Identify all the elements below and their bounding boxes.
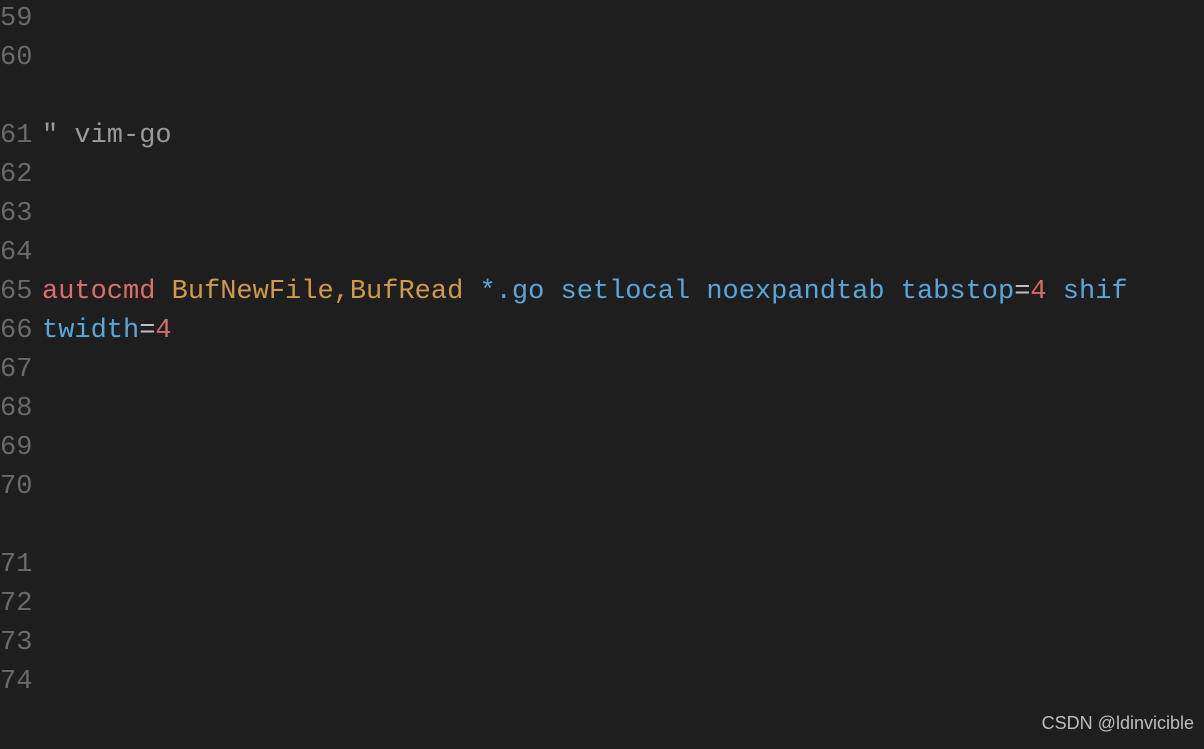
line-number: 66: [0, 312, 32, 351]
line-number: 61: [0, 117, 32, 156]
equals-op: =: [1014, 277, 1030, 307]
line-number: 73: [0, 624, 32, 663]
line-number-gutter: 59 60 61 62 63 64 65 66 67 68 69 70 71 7…: [0, 0, 38, 749]
line-number: 68: [0, 390, 32, 429]
line-number: 64: [0, 234, 32, 273]
number-literal: 4: [155, 316, 171, 346]
line-number: 63: [0, 195, 32, 234]
watermark-text: CSDN @ldinvicible: [1042, 704, 1194, 743]
code-content[interactable]: " vim-go autocmd BufNewFile,BufRead *.go…: [38, 0, 1204, 749]
line-number: [0, 78, 32, 117]
option-shiftwidth-part1: shif: [1063, 277, 1128, 307]
keyword-setlocal: setlocal: [561, 277, 691, 307]
code-line[interactable]: autocmd BufNewFile,BufRead *.go setlocal…: [42, 273, 1204, 351]
line-number: 72: [0, 585, 32, 624]
option-noexpandtab: noexpandtab: [706, 277, 884, 307]
option-shiftwidth-part2: twidth: [42, 316, 139, 346]
line-number: 65: [0, 273, 32, 312]
glob-pattern: *.go: [479, 277, 544, 307]
code-line[interactable]: [42, 468, 1204, 507]
line-number: 71: [0, 546, 32, 585]
code-line[interactable]: [42, 624, 1204, 663]
line-number: 62: [0, 156, 32, 195]
comment-text: vim-go: [74, 121, 171, 151]
line-number: 74: [0, 663, 32, 702]
comment-quote: ": [42, 121, 74, 151]
line-number: [0, 507, 32, 546]
number-literal: 4: [1030, 277, 1046, 307]
option-tabstop: tabstop: [901, 277, 1014, 307]
code-line[interactable]: " vim-go: [42, 117, 1204, 156]
line-number: 70: [0, 468, 32, 507]
autocmd-events: BufNewFile,BufRead: [172, 277, 464, 307]
keyword-autocmd: autocmd: [42, 277, 155, 307]
equals-op: =: [139, 316, 155, 346]
code-editor[interactable]: 59 60 61 62 63 64 65 66 67 68 69 70 71 7…: [0, 0, 1204, 749]
line-number: 69: [0, 429, 32, 468]
line-number: 60: [0, 39, 32, 78]
line-number: 59: [0, 0, 32, 39]
line-number: 67: [0, 351, 32, 390]
